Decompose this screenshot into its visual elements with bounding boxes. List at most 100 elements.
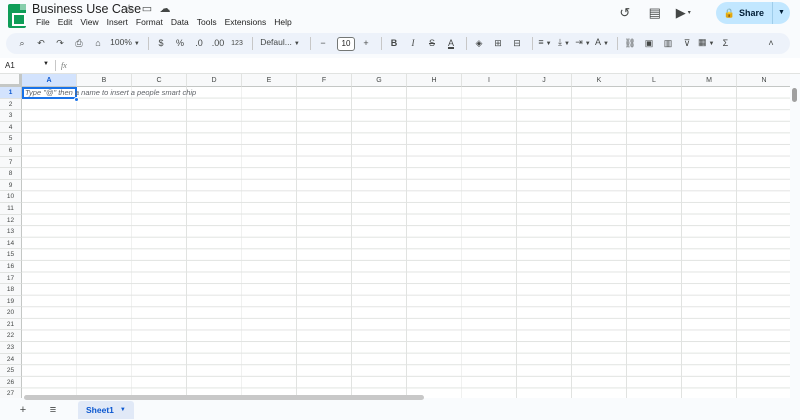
column-header-h[interactable]: H [407, 74, 462, 87]
menu-item-file[interactable]: File [32, 16, 54, 28]
spreadsheet-grid[interactable]: ABCDEFGHIJKLMN 1 2 3 4 5 6 7 8 9 10 11 12 13 14 15 16 17… [0, 74, 790, 398]
row-header-15[interactable]: 15 [0, 249, 22, 261]
font-size-input[interactable]: 10 [337, 36, 355, 51]
filter-views-icon[interactable]: ▦ ▼ [698, 32, 714, 55]
italic-button[interactable]: I [405, 33, 421, 54]
column-header-c[interactable]: C [132, 74, 187, 87]
row-header-23[interactable]: 23 [0, 342, 22, 354]
column-header-b[interactable]: B [77, 74, 132, 87]
row-header-26[interactable]: 26 [0, 376, 22, 389]
percent-format-button[interactable]: % [172, 33, 188, 54]
text-rotation-icon[interactable]: A ▼ [594, 32, 610, 55]
functions-icon[interactable]: Σ [717, 33, 733, 54]
column-header-l[interactable]: L [627, 74, 682, 87]
currency-format-button[interactable]: $ [153, 33, 169, 54]
increase-font-size-button[interactable]: + [358, 33, 374, 54]
insert-link-icon[interactable]: ⛓ [622, 33, 638, 54]
bold-button[interactable]: B [386, 33, 402, 54]
fill-handle[interactable] [74, 97, 79, 102]
row-header-18[interactable]: 18 [0, 284, 22, 296]
column-header-f[interactable]: F [297, 74, 352, 87]
column-header-g[interactable]: G [352, 74, 407, 87]
row-header-2[interactable]: 2 [0, 98, 22, 111]
row-header-9[interactable]: 9 [0, 179, 22, 192]
vertical-scrollbar[interactable] [792, 88, 797, 102]
sheets-logo-icon[interactable] [8, 4, 26, 28]
add-sheet-icon[interactable]: + [16, 404, 30, 416]
column-header-j[interactable]: J [517, 74, 572, 87]
decrease-decimal-button[interactable]: .0 [191, 33, 207, 54]
row-header-8[interactable]: 8 [0, 168, 22, 180]
star-icon[interactable]: ☆ [122, 2, 136, 16]
row-header-17[interactable]: 17 [0, 272, 22, 285]
row-header-11[interactable]: 11 [0, 202, 22, 215]
share-button[interactable]: 🔒 Share [715, 2, 772, 24]
column-header-k[interactable]: K [572, 74, 627, 87]
select-all-corner[interactable] [0, 74, 22, 87]
row-header-4[interactable]: 4 [0, 121, 22, 134]
share-dropdown-button[interactable]: ▼ [772, 2, 790, 24]
row-header-5[interactable]: 5 [0, 133, 22, 145]
zoom-select[interactable]: 100% ▼ [109, 32, 141, 55]
row-header-27[interactable]: 27 [0, 388, 22, 398]
move-folder-icon[interactable]: ▭ [140, 2, 154, 16]
column-header-n[interactable]: N [737, 74, 790, 87]
menu-item-view[interactable]: View [76, 16, 102, 28]
vertical-align-icon[interactable]: ⤓ ▼ [556, 32, 572, 55]
decrease-font-size-button[interactable]: − [315, 33, 331, 54]
menu-item-help[interactable]: Help [270, 16, 295, 28]
search-icon[interactable]: ⌕ [14, 33, 30, 54]
name-box[interactable]: A1 ▼ [0, 61, 55, 70]
borders-icon[interactable]: ⊞ [490, 33, 506, 54]
menu-item-tools[interactable]: Tools [193, 16, 221, 28]
row-header-1[interactable]: 1 [0, 87, 22, 99]
row-header-22[interactable]: 22 [0, 330, 22, 343]
more-formats-button[interactable]: 123 [229, 33, 245, 54]
column-header-i[interactable]: I [462, 74, 517, 87]
menu-item-data[interactable]: Data [167, 16, 193, 28]
row-header-12[interactable]: 12 [0, 214, 22, 227]
horizontal-align-icon[interactable]: ≡ ▼ [537, 32, 553, 55]
row-header-24[interactable]: 24 [0, 353, 22, 366]
paint-format-icon[interactable]: ⌂ [90, 33, 106, 54]
font-select[interactable]: Defaul... ▼ [257, 32, 303, 55]
print-icon[interactable]: ⎙ [71, 33, 87, 54]
version-history-icon[interactable]: ↺ [616, 4, 634, 22]
meet-icon[interactable]: ▶ ▾ [676, 4, 704, 22]
row-header-21[interactable]: 21 [0, 318, 22, 331]
sheet-tab-sheet1[interactable]: Sheet1 ▼ [78, 401, 134, 419]
row-header-25[interactable]: 25 [0, 365, 22, 377]
row-header-14[interactable]: 14 [0, 237, 22, 250]
all-sheets-icon[interactable]: ≡ [46, 404, 60, 416]
row-header-6[interactable]: 6 [0, 144, 22, 157]
cell-area[interactable] [22, 87, 790, 398]
row-header-7[interactable]: 7 [0, 156, 22, 169]
text-color-button[interactable]: A [443, 33, 459, 54]
menu-item-format[interactable]: Format [132, 16, 167, 28]
column-header-m[interactable]: M [682, 74, 737, 87]
merge-cells-icon[interactable]: ⊟ [509, 33, 525, 54]
row-header-10[interactable]: 10 [0, 191, 22, 203]
text-wrapping-icon[interactable]: ⇥ ▼ [575, 32, 591, 55]
undo-icon[interactable]: ↶ [33, 33, 49, 54]
column-header-e[interactable]: E [242, 74, 297, 87]
menu-item-extensions[interactable]: Extensions [221, 16, 271, 28]
insert-comment-icon[interactable]: ▣ [641, 33, 657, 54]
row-header-13[interactable]: 13 [0, 226, 22, 238]
cloud-status-icon[interactable]: ☁ [158, 2, 172, 16]
strikethrough-button[interactable]: S [424, 33, 440, 54]
row-header-3[interactable]: 3 [0, 110, 22, 122]
redo-icon[interactable]: ↷ [52, 33, 68, 54]
row-header-16[interactable]: 16 [0, 260, 22, 273]
fill-color-icon[interactable]: ◈ [471, 33, 487, 54]
column-header-a[interactable]: A [22, 74, 77, 87]
comments-icon[interactable]: ▤ [646, 4, 664, 22]
insert-chart-icon[interactable]: ▥ [660, 33, 676, 54]
menu-item-insert[interactable]: Insert [103, 16, 132, 28]
column-header-d[interactable]: D [187, 74, 242, 87]
row-header-19[interactable]: 19 [0, 295, 22, 308]
filter-icon[interactable]: ⊽ [679, 33, 695, 54]
increase-decimal-button[interactable]: .00 [210, 33, 226, 54]
collapse-toolbar-icon[interactable]: ˄ [763, 33, 779, 54]
menu-item-edit[interactable]: Edit [54, 16, 77, 28]
